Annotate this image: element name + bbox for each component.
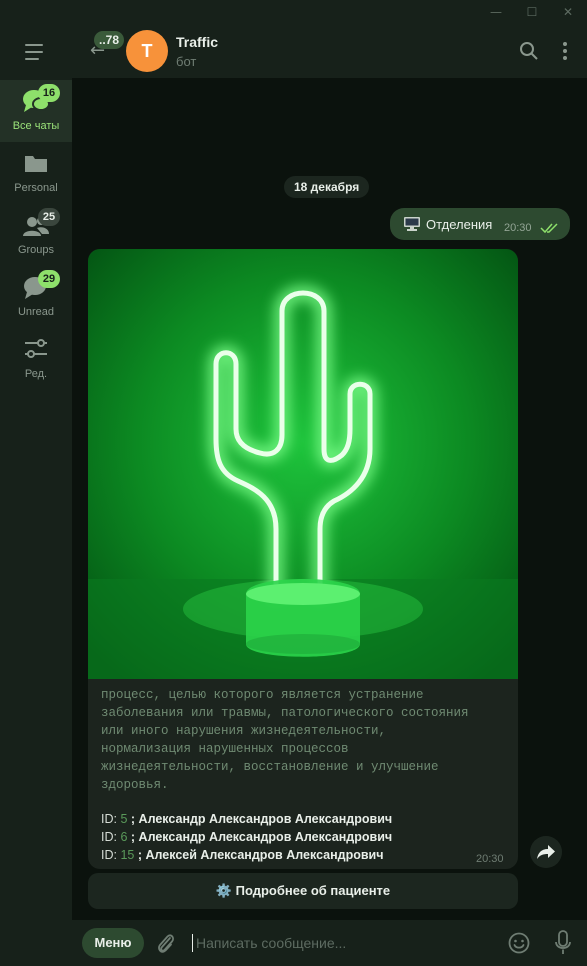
paperclip-icon[interactable] <box>156 931 176 955</box>
folder-personal[interactable]: Personal <box>0 142 72 204</box>
folder-label: Все чаты <box>12 120 60 132</box>
message-caption: процесс, целью которого является устране… <box>101 688 469 792</box>
minimize-button[interactable]: — <box>478 0 514 24</box>
message-list: 18 декабря Отделения 20:30 процесс, цель… <box>72 78 587 920</box>
menu-icon[interactable] <box>25 44 47 60</box>
maximize-button[interactable]: ☐ <box>514 0 550 24</box>
patient-id-line: ID: 15 ; Алексей Александров Александров… <box>101 848 384 862</box>
desktop-computer-icon <box>404 217 420 231</box>
folder-label: Ред. <box>24 368 48 380</box>
bot-menu-button[interactable]: Меню <box>82 928 144 958</box>
window-titlebar: — ☐ ✕ <box>0 0 587 24</box>
incoming-message[interactable]: процесс, целью которого является устране… <box>88 249 518 869</box>
read-checkmarks-icon <box>540 223 558 234</box>
chat-subtitle: бот <box>176 54 197 69</box>
close-button[interactable]: ✕ <box>550 0 586 24</box>
more-vertical-icon[interactable] <box>554 40 576 62</box>
chat-header: ← ..78 T Traffic бот <box>72 24 587 78</box>
folder-unread[interactable]: 29 Unread <box>0 266 72 328</box>
folder-groups[interactable]: 25 Groups <box>0 204 72 266</box>
date-separator: 18 декабря <box>284 176 370 198</box>
message-text: Отделения <box>426 217 493 232</box>
patient-id-line: ID: 6 ; Александр Александров Александро… <box>101 830 393 844</box>
folder-edit[interactable]: Ред. <box>0 328 72 390</box>
folder-label: Groups <box>17 244 55 256</box>
avatar[interactable]: T <box>126 30 168 72</box>
patient-details-button[interactable]: ⚙️ Подробнее об пациенте <box>88 873 518 909</box>
message-time: 20:30 <box>504 222 532 234</box>
sliders-icon <box>25 339 47 358</box>
message-input[interactable] <box>196 930 496 956</box>
search-icon[interactable] <box>518 40 540 62</box>
emoji-icon[interactable] <box>508 932 530 954</box>
text-cursor <box>192 934 193 952</box>
folders-sidebar: 16 Все чаты Personal 25 Groups 29 Unread <box>0 24 72 966</box>
unread-count-badge: 16 <box>38 84 60 102</box>
chat-title[interactable]: Traffic <box>176 34 218 50</box>
outgoing-message[interactable]: Отделения 20:30 <box>390 208 570 240</box>
unread-total-badge: ..78 <box>94 31 125 49</box>
patient-id-line: ID: 5 ; Александр Александров Александро… <box>101 812 393 826</box>
folder-label: Personal <box>14 182 58 194</box>
unread-count-badge: 29 <box>38 270 60 288</box>
folder-icon <box>25 156 47 172</box>
unread-count-badge: 25 <box>38 208 60 226</box>
message-time: 20:30 <box>476 853 504 865</box>
message-photo[interactable] <box>88 249 518 679</box>
message-composer: Меню <box>72 920 587 966</box>
forward-icon[interactable] <box>530 836 562 868</box>
folder-label: Unread <box>17 306 55 318</box>
folder-all-chats[interactable]: 16 Все чаты <box>0 80 72 142</box>
microphone-icon[interactable] <box>554 930 572 956</box>
